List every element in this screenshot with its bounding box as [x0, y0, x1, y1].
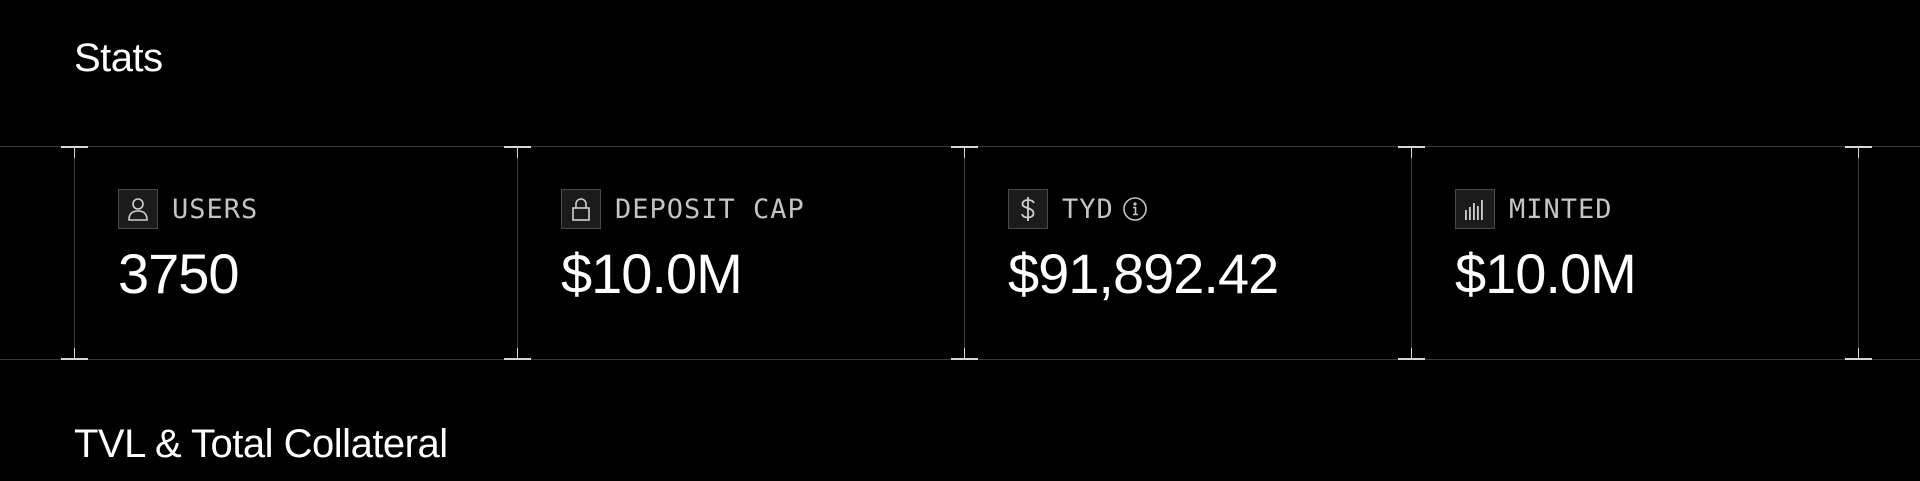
stat-value: $10.0M: [1455, 242, 1637, 305]
stats-divider: [74, 146, 75, 360]
stat-value: 3750: [118, 242, 240, 305]
corner-tick: [61, 348, 88, 360]
stats-divider: [1858, 146, 1859, 360]
stat-card-tyd: TYD $91,892.42: [1008, 188, 1279, 328]
stat-label: DEPOSIT CAP: [615, 193, 805, 225]
corner-tick: [1398, 348, 1425, 360]
stats-section-title: Stats: [74, 36, 163, 80]
corner-tick: [951, 348, 978, 360]
corner-tick: [504, 146, 531, 158]
corner-tick: [61, 146, 88, 158]
info-icon[interactable]: [1122, 196, 1148, 222]
stat-label: MINTED: [1509, 193, 1613, 225]
stat-card-deposit-cap: DEPOSIT CAP $10.0M: [561, 188, 805, 328]
stat-card-minted: MINTED $10.0M: [1455, 188, 1637, 328]
stat-label: USERS: [172, 193, 259, 225]
stats-divider: [964, 146, 965, 360]
corner-tick: [1845, 146, 1872, 158]
dollar-icon: [1008, 189, 1048, 229]
tvl-section-title: TVL & Total Collateral: [74, 422, 448, 466]
corner-tick: [1398, 146, 1425, 158]
stat-value: $91,892.42: [1008, 242, 1279, 305]
stat-label: TYD: [1062, 193, 1114, 225]
user-icon: [118, 189, 158, 229]
corner-tick: [504, 348, 531, 360]
stat-value: $10.0M: [561, 242, 743, 305]
stats-divider: [1411, 146, 1412, 360]
bar-chart-icon: [1455, 189, 1495, 229]
lock-icon: [561, 189, 601, 229]
stat-card-users: USERS 3750: [118, 188, 258, 328]
corner-tick: [1845, 348, 1872, 360]
corner-tick: [951, 146, 978, 158]
stats-divider: [517, 146, 518, 360]
